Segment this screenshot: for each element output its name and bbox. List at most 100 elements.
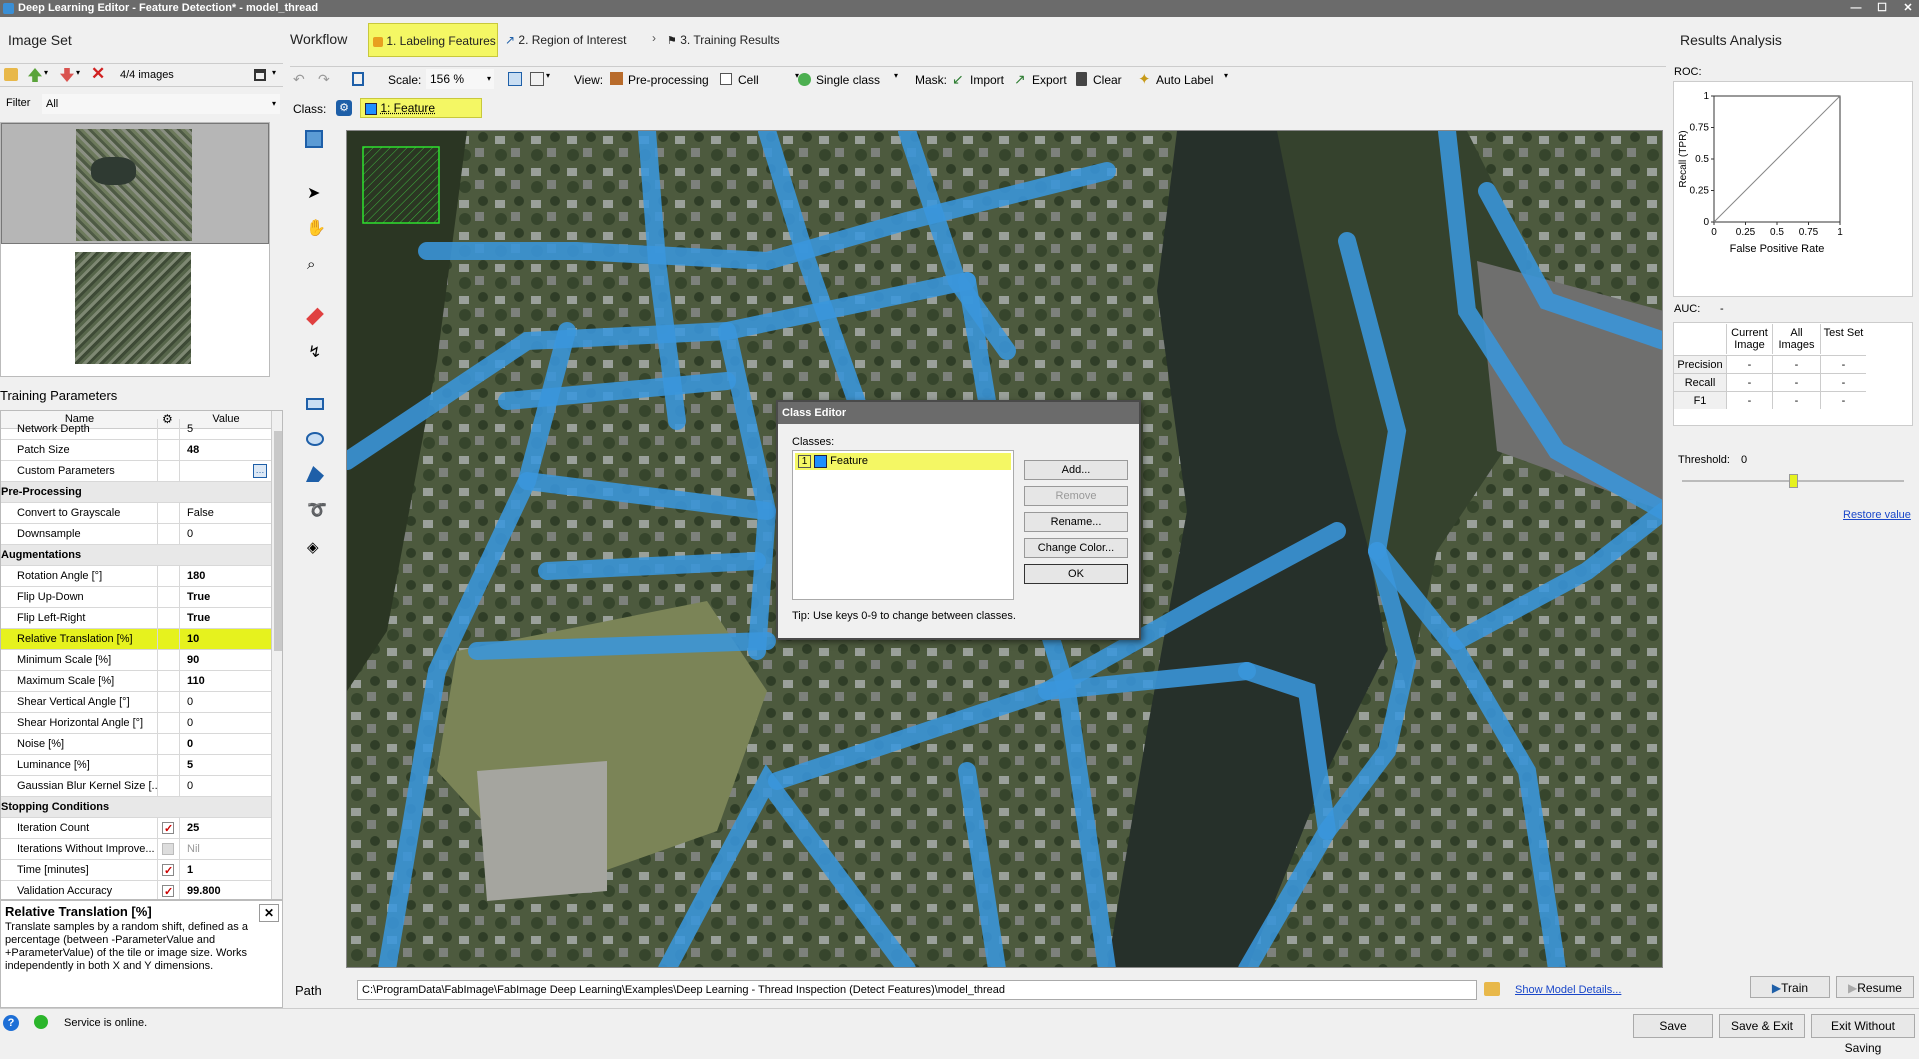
- parameter-value[interactable]: 1: [181, 860, 271, 880]
- parameter-value[interactable]: 48: [181, 440, 271, 460]
- parameter-value[interactable]: 99.800: [181, 881, 271, 899]
- window-layout-icon[interactable]: [254, 69, 266, 81]
- add-class-button[interactable]: Add...: [1024, 460, 1128, 480]
- parameter-checkbox[interactable]: [162, 843, 174, 855]
- fill-tool-icon[interactable]: ◈: [307, 538, 319, 556]
- clear-button[interactable]: Clear: [1093, 73, 1122, 87]
- save-button[interactable]: Save: [1633, 1014, 1713, 1038]
- import-icon[interactable]: ↙: [952, 71, 964, 88]
- fit-to-window-icon[interactable]: [508, 72, 522, 86]
- parameter-value[interactable]: 0: [181, 734, 271, 754]
- filter-dropdown[interactable]: All ▾: [42, 94, 280, 114]
- open-folder-icon[interactable]: [4, 68, 18, 81]
- delete-icon[interactable]: ✕: [91, 64, 105, 84]
- brush-icon[interactable]: [306, 307, 324, 326]
- parameter-value[interactable]: True: [181, 587, 271, 607]
- class-selector[interactable]: 1: Feature: [360, 98, 482, 118]
- cell-checkbox[interactable]: [720, 73, 732, 85]
- parameter-value[interactable]: 110: [181, 671, 271, 691]
- parameter-row[interactable]: Time [minutes] 1: [1, 860, 271, 881]
- parameter-enable-cell[interactable]: [158, 860, 180, 881]
- scale-dropdown[interactable]: 156 % ▾: [426, 69, 494, 89]
- parameter-row[interactable]: Convert to Grayscale False: [1, 503, 271, 524]
- polygon-tool-icon[interactable]: [306, 466, 324, 482]
- remove-class-button[interactable]: Remove: [1024, 486, 1128, 506]
- parameter-row[interactable]: Custom Parameters…: [1, 461, 271, 482]
- parameter-value[interactable]: 25: [181, 818, 271, 838]
- restore-value-link[interactable]: Restore value: [1843, 509, 1911, 521]
- pointer-icon[interactable]: ➤: [307, 183, 320, 203]
- ok-button[interactable]: OK: [1024, 564, 1128, 584]
- list-item[interactable]: [1, 123, 269, 244]
- freehand-icon[interactable]: ↯: [308, 342, 321, 362]
- resume-button[interactable]: ▶Resume: [1836, 976, 1914, 998]
- parameter-checkbox[interactable]: [162, 882, 174, 899]
- lasso-tool-icon[interactable]: ➰: [307, 500, 327, 520]
- magic-wand-icon[interactable]: ✦: [1138, 70, 1151, 88]
- parameter-value[interactable]: 0: [181, 524, 271, 544]
- parameter-row[interactable]: Iteration Count 25: [1, 818, 271, 839]
- chevron-down-icon[interactable]: ▾: [546, 71, 550, 80]
- help-icon[interactable]: ?: [3, 1015, 19, 1031]
- parameter-row[interactable]: Gaussian Blur Kernel Size [... 0: [1, 776, 271, 797]
- redo-icon[interactable]: ↷: [318, 71, 330, 88]
- parameter-row[interactable]: Shear Horizontal Angle [°] 0: [1, 713, 271, 734]
- minimize-button[interactable]: —: [1843, 0, 1869, 17]
- parameter-row[interactable]: Rotation Angle [°] 180: [1, 566, 271, 587]
- parameter-row[interactable]: Patch Size 48: [1, 440, 271, 461]
- parameter-value[interactable]: 10: [181, 629, 271, 649]
- train-button[interactable]: ▶Train: [1750, 976, 1830, 998]
- parameter-row[interactable]: Flip Left-Right True: [1, 608, 271, 629]
- parameter-value[interactable]: 180: [181, 566, 271, 586]
- parameter-row[interactable]: Validation Accuracy 99.800: [1, 881, 271, 899]
- path-field[interactable]: C:\ProgramData\FabImage\FabImage Deep Le…: [357, 980, 1477, 1000]
- parameter-row[interactable]: Minimum Scale [%] 90: [1, 650, 271, 671]
- parameters-scrollbar[interactable]: [271, 411, 282, 899]
- maximize-button[interactable]: ☐: [1869, 0, 1895, 17]
- chevron-down-icon[interactable]: ▾: [1224, 71, 1228, 80]
- parameter-value[interactable]: 5: [181, 755, 271, 775]
- exit-without-saving-button[interactable]: Exit Without Saving: [1811, 1014, 1915, 1055]
- cell-label[interactable]: Cell: [738, 73, 759, 87]
- threshold-slider-thumb[interactable]: [1789, 474, 1798, 488]
- export-icon[interactable]: ↗: [1014, 71, 1026, 88]
- parameter-row[interactable]: Luminance [%] 5: [1, 755, 271, 776]
- parameter-enable-cell[interactable]: [158, 881, 180, 899]
- parameter-value[interactable]: 0: [181, 692, 271, 712]
- class-overlay-icon[interactable]: [305, 130, 323, 148]
- ellipsis-button[interactable]: …: [253, 464, 267, 478]
- workflow-step-training-results[interactable]: ⚑ 3. Training Results: [667, 23, 797, 57]
- show-model-details-link[interactable]: Show Model Details...: [1515, 984, 1621, 996]
- trash-icon[interactable]: [1076, 72, 1087, 86]
- workflow-step-roi[interactable]: ↗ 2. Region of Interest: [505, 23, 655, 57]
- parameter-row[interactable]: Relative Translation [%] 10: [1, 629, 271, 650]
- close-window-button[interactable]: ✕: [1895, 0, 1919, 17]
- roi-rectangle[interactable]: [362, 146, 440, 224]
- zoom-icon[interactable]: ⌕: [307, 256, 315, 273]
- import-button[interactable]: Import: [970, 73, 1004, 87]
- parameter-row[interactable]: Shear Vertical Angle [°] 0: [1, 692, 271, 713]
- chevron-down-icon[interactable]: ▾: [894, 71, 898, 80]
- parameter-checkbox[interactable]: [162, 819, 174, 839]
- class-editor-icon[interactable]: ⚙: [336, 100, 352, 116]
- parameter-value[interactable]: 0: [181, 776, 271, 796]
- document-icon[interactable]: [352, 72, 364, 86]
- parameter-enable-cell[interactable]: [158, 839, 180, 859]
- parameter-row[interactable]: Downsample 0: [1, 524, 271, 545]
- workflow-step-labeling[interactable]: 1. Labeling Features: [368, 23, 498, 57]
- browse-folder-icon[interactable]: [1484, 982, 1500, 996]
- ellipse-tool-icon[interactable]: [306, 432, 324, 446]
- image-list-scrollbar[interactable]: [269, 123, 270, 377]
- undo-icon[interactable]: ↶: [293, 71, 305, 88]
- parameter-row[interactable]: Noise [%] 0: [1, 734, 271, 755]
- chevron-down-icon[interactable]: ▾: [76, 68, 80, 77]
- export-images-icon[interactable]: [60, 68, 74, 82]
- parameter-checkbox[interactable]: [162, 861, 174, 881]
- rectangle-tool-icon[interactable]: [306, 398, 324, 410]
- parameter-row[interactable]: Flip Up-Down True: [1, 587, 271, 608]
- parameter-value[interactable]: 0: [181, 713, 271, 733]
- chevron-down-icon[interactable]: ▾: [272, 68, 276, 77]
- pan-hand-icon[interactable]: ✋: [306, 218, 326, 238]
- parameter-value[interactable]: Nil: [181, 839, 271, 859]
- add-images-icon[interactable]: [28, 68, 42, 82]
